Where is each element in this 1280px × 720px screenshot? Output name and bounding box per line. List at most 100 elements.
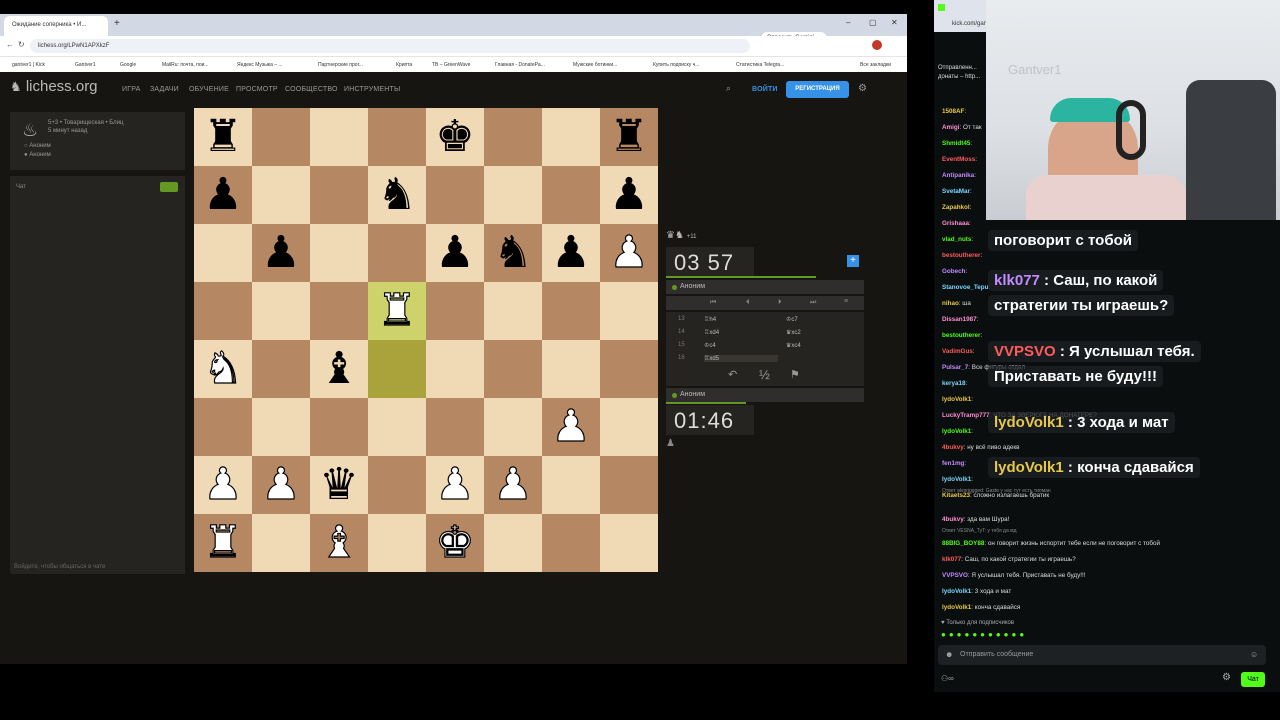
chat-username[interactable]: nihao bbox=[942, 300, 959, 307]
black-pawn-icon[interactable]: ♟ bbox=[435, 231, 474, 275]
bookmark-item[interactable]: ТВ – GreenWave bbox=[432, 62, 470, 68]
chat-username[interactable]: lydoVolk1 bbox=[942, 428, 971, 435]
square-e2[interactable]: ♟ bbox=[426, 456, 484, 514]
white-pawn-icon[interactable]: ♟ bbox=[551, 404, 592, 449]
player-white-entry[interactable]: ○ Аноним bbox=[24, 143, 51, 149]
bookmark-item[interactable]: Все закладки bbox=[860, 62, 891, 68]
chat-username[interactable]: klk077 bbox=[942, 556, 961, 563]
square-e5[interactable] bbox=[426, 282, 484, 340]
square-a2[interactable]: ♟ bbox=[194, 456, 252, 514]
square-f3[interactable] bbox=[484, 398, 542, 456]
white-rook-icon[interactable]: ♜ bbox=[377, 288, 418, 333]
white-pawn-icon[interactable]: ♟ bbox=[203, 462, 244, 507]
white-move[interactable]: ♖xd5 bbox=[704, 355, 778, 362]
square-f6[interactable]: ♞ bbox=[484, 224, 542, 282]
square-h7[interactable]: ♟ bbox=[600, 166, 658, 224]
chat-message[interactable]: lydoVolk1: bbox=[942, 476, 973, 483]
send-message-input[interactable]: Отправить сообщение bbox=[938, 645, 1266, 665]
chat-username[interactable]: vlad_nuts bbox=[942, 236, 971, 243]
square-a7[interactable]: ♟ bbox=[194, 166, 252, 224]
square-b2[interactable]: ♟ bbox=[252, 456, 310, 514]
chat-username[interactable]: Grishaaa bbox=[942, 220, 969, 227]
square-b3[interactable] bbox=[252, 398, 310, 456]
white-move[interactable]: ♖xd4 bbox=[704, 329, 778, 336]
square-h6[interactable]: ♟ bbox=[600, 224, 658, 282]
player-black-entry[interactable]: ● Аноним bbox=[24, 152, 51, 158]
black-move[interactable]: ♛xc4 bbox=[786, 342, 801, 349]
bookmark-item[interactable]: Мужские ботинки... bbox=[573, 62, 617, 68]
users-icon[interactable]: ⚇∞ bbox=[941, 674, 954, 683]
square-e3[interactable] bbox=[426, 398, 484, 456]
square-c2[interactable]: ♛ bbox=[310, 456, 368, 514]
square-d8[interactable] bbox=[368, 108, 426, 166]
profile-avatar[interactable] bbox=[872, 40, 882, 50]
square-g7[interactable] bbox=[542, 166, 600, 224]
square-a1[interactable]: ♜ bbox=[194, 514, 252, 572]
square-b8[interactable] bbox=[252, 108, 310, 166]
square-e8[interactable]: ♚ bbox=[426, 108, 484, 166]
square-d5[interactable]: ♜ bbox=[368, 282, 426, 340]
white-move[interactable]: ♖h4 bbox=[704, 316, 778, 323]
square-b5[interactable] bbox=[252, 282, 310, 340]
square-c1[interactable]: ♝ bbox=[310, 514, 368, 572]
square-c8[interactable] bbox=[310, 108, 368, 166]
square-g3[interactable]: ♟ bbox=[542, 398, 600, 456]
chat-username[interactable]: 1508AF bbox=[942, 108, 964, 115]
login-link[interactable]: ВОЙТИ bbox=[752, 86, 778, 93]
bookmark-item[interactable]: MailRu: почта, пои... bbox=[162, 62, 209, 68]
black-move[interactable]: ♛xc2 bbox=[786, 329, 801, 336]
square-c5[interactable] bbox=[310, 282, 368, 340]
bookmark-item[interactable]: Статистика Telegra... bbox=[736, 62, 784, 68]
chat-message[interactable]: Antipanika: bbox=[942, 172, 976, 179]
bookmark-item[interactable]: Главная - DonatePa... bbox=[495, 62, 545, 68]
square-g8[interactable] bbox=[542, 108, 600, 166]
chat-username[interactable]: lydoVolk1 bbox=[942, 588, 971, 595]
chat-username[interactable]: Gobech bbox=[942, 268, 965, 275]
chat-username[interactable]: lydoVolk1 bbox=[942, 396, 971, 403]
chat-username[interactable]: LuckyTramp777 bbox=[942, 412, 990, 419]
bookmark-item[interactable]: Партнерские прог... bbox=[318, 62, 363, 68]
resign-flag-icon[interactable]: ⚑ bbox=[790, 368, 800, 381]
chat-message[interactable]: bestoutherer: bbox=[942, 252, 982, 259]
register-button[interactable]: РЕГИСТРАЦИЯ bbox=[786, 81, 849, 98]
square-d2[interactable] bbox=[368, 456, 426, 514]
chat-message[interactable]: EventMoss: bbox=[942, 156, 977, 163]
black-king-icon[interactable]: ♚ bbox=[435, 115, 474, 159]
chat-username[interactable]: kerya18 bbox=[942, 380, 965, 387]
chat-message[interactable]: Stanovoe_Tepu: bbox=[942, 284, 990, 291]
chat-message[interactable]: nihao: ша bbox=[942, 300, 971, 307]
settings-icon[interactable]: ⚙ bbox=[1222, 672, 1231, 683]
square-a6[interactable] bbox=[194, 224, 252, 282]
bookmark-item[interactable]: Купить подписку ч... bbox=[653, 62, 699, 68]
square-d4[interactable] bbox=[368, 340, 426, 398]
bookmark-item[interactable]: Gantver1 bbox=[75, 62, 96, 68]
chat-message[interactable]: vlad_nuts: bbox=[942, 236, 973, 243]
white-move[interactable]: ♔c4 bbox=[704, 342, 778, 349]
gear-icon[interactable]: ⚙ bbox=[858, 83, 867, 94]
square-f7[interactable] bbox=[484, 166, 542, 224]
menu-icon[interactable]: ≡ bbox=[844, 298, 848, 305]
square-e7[interactable] bbox=[426, 166, 484, 224]
square-d1[interactable] bbox=[368, 514, 426, 572]
chat-message[interactable]: VVPSVO: Я услышал тебя. Приставать не бу… bbox=[942, 572, 1086, 579]
chat-message[interactable]: Gobech: bbox=[942, 268, 967, 275]
white-king-icon[interactable]: ♚ bbox=[435, 520, 476, 565]
black-knight-icon[interactable]: ♞ bbox=[493, 231, 532, 275]
square-c6[interactable] bbox=[310, 224, 368, 282]
draw-button[interactable]: ½ bbox=[759, 367, 770, 382]
square-f2[interactable]: ♟ bbox=[484, 456, 542, 514]
bookmark-item[interactable]: Крипта bbox=[396, 62, 412, 68]
chat-toggle[interactable] bbox=[160, 182, 178, 192]
square-f8[interactable] bbox=[484, 108, 542, 166]
chat-message[interactable]: Grishaaa: bbox=[942, 220, 971, 227]
square-e4[interactable] bbox=[426, 340, 484, 398]
square-b7[interactable] bbox=[252, 166, 310, 224]
maximize-icon[interactable]: ▢ bbox=[869, 18, 877, 27]
nav-community[interactable]: СООБЩЕСТВО bbox=[285, 86, 338, 93]
chat-message[interactable]: 4bukvy: зда вам Шура! bbox=[942, 516, 1009, 523]
white-rook-icon[interactable]: ♜ bbox=[203, 520, 244, 565]
square-d7[interactable]: ♞ bbox=[368, 166, 426, 224]
chat-username[interactable]: SvetaMar bbox=[942, 188, 970, 195]
square-h5[interactable] bbox=[600, 282, 658, 340]
minimize-icon[interactable]: – bbox=[846, 18, 850, 27]
